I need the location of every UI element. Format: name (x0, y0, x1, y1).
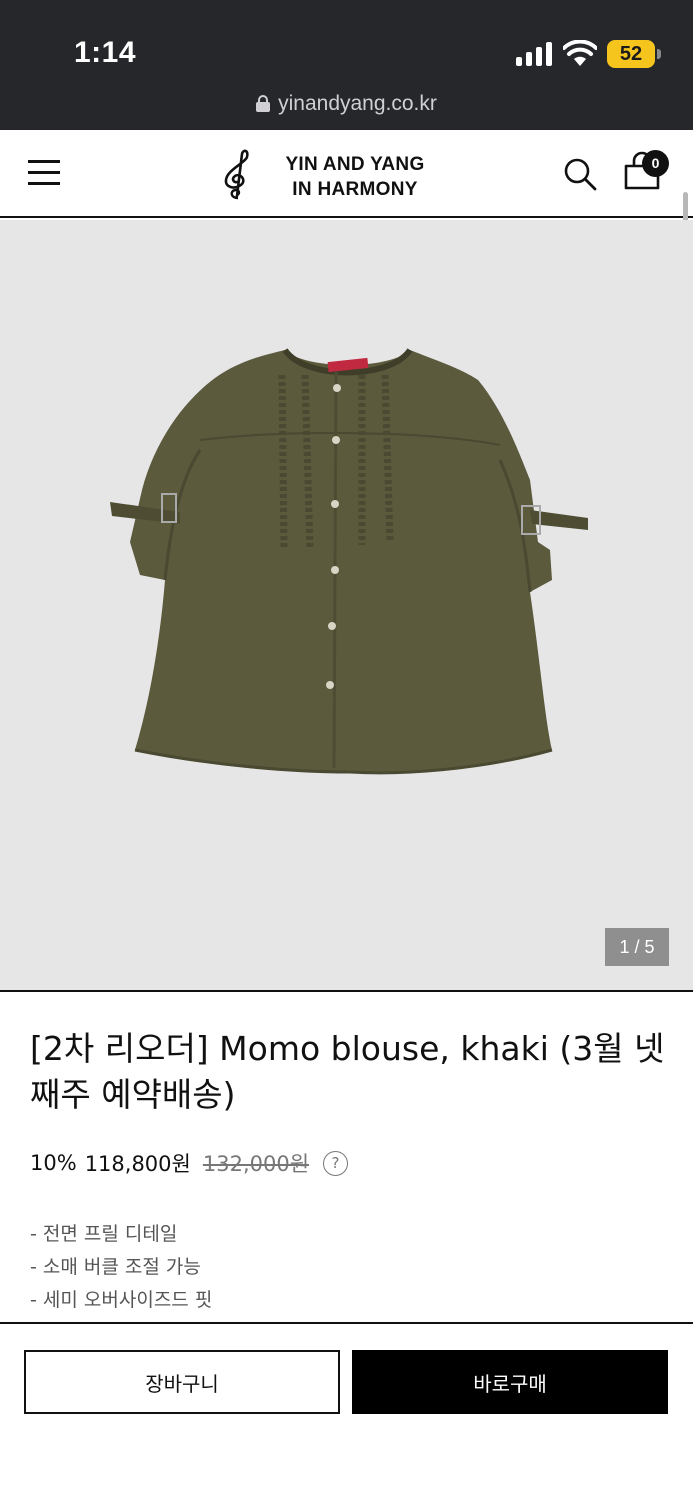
discount-rate: 10% (30, 1151, 77, 1175)
brand-line-2: IN HARMONY (292, 179, 418, 200)
menu-button[interactable] (28, 160, 60, 186)
cellular-signal-icon (516, 42, 554, 66)
status-bar: 1:14 52 yinandyang.co.kr (0, 0, 693, 130)
brand-line-1: YIN AND YANG (285, 154, 425, 175)
original-price: 132,000원 (202, 1152, 310, 1176)
buy-now-button[interactable]: 바로구매 (352, 1350, 668, 1414)
url-text: yinandyang.co.kr (278, 92, 437, 115)
description-line: - 세미 오버사이즈드 핏 (30, 1289, 213, 1311)
treble-clef-logo-icon[interactable] (218, 148, 254, 200)
cart-count-badge[interactable]: 0 (642, 150, 669, 177)
address-bar[interactable]: yinandyang.co.kr (0, 92, 693, 116)
add-to-cart-button[interactable]: 장바구니 (24, 1350, 340, 1414)
description-line: - 소매 버클 조절 가능 (30, 1256, 201, 1278)
price-row: 10% 118,800원 132,000원 ? (30, 1148, 349, 1178)
product-description: - 전면 프릴 디테일 - 소매 버클 조절 가능 - 세미 오버사이즈드 핏 (30, 1218, 212, 1317)
wifi-icon (563, 40, 597, 66)
status-time: 1:14 (74, 36, 137, 69)
battery-level: 52 (607, 40, 655, 68)
sale-price: 118,800원 (84, 1152, 191, 1176)
product-title: [2차 리오더] Momo blouse, khaki (3월 넷째주 예약배송… (30, 1029, 665, 1114)
khaki-blouse-photo (110, 348, 588, 775)
product-image-gallery[interactable]: 1 / 5 (0, 220, 693, 992)
image-counter: 1 / 5 (605, 928, 669, 966)
lock-icon (256, 95, 271, 112)
purchase-action-bar: 장바구니 바로구매 (0, 1322, 693, 1500)
description-line: - 전면 프릴 디테일 (30, 1223, 178, 1245)
search-icon[interactable] (562, 156, 598, 192)
battery-nub (657, 49, 661, 59)
price-help-icon[interactable]: ? (323, 1150, 349, 1176)
site-header: YIN AND YANG IN HARMONY (0, 130, 693, 218)
brand-name[interactable]: YIN AND YANG IN HARMONY (270, 152, 440, 202)
